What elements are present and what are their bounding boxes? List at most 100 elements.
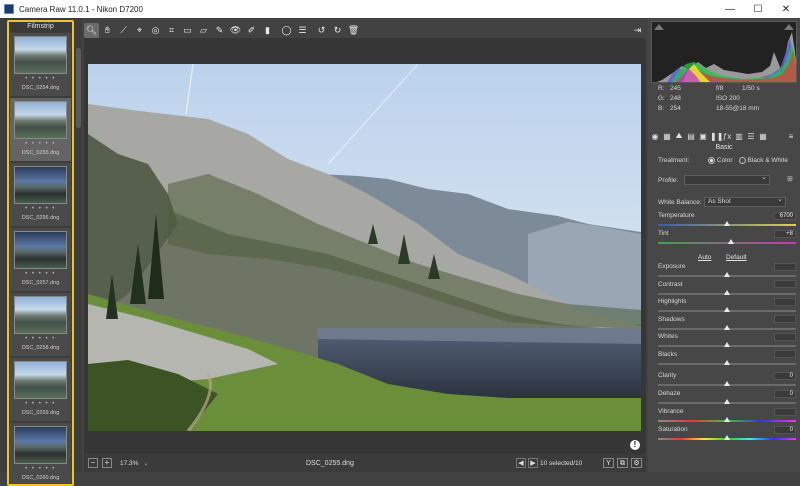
open-in-photoshop-icon[interactable]: ⇥ <box>630 23 645 38</box>
clarity-slider-handle[interactable] <box>724 381 730 386</box>
preferences-tool-icon[interactable]: ☰ <box>295 23 310 38</box>
tint-slider[interactable] <box>658 239 796 244</box>
panel-tab-icon[interactable]: ▦ <box>662 132 672 141</box>
saturation-slider[interactable] <box>658 435 796 440</box>
vibrance-slider-handle[interactable] <box>724 417 730 422</box>
default-button[interactable]: Default <box>726 254 747 261</box>
straighten-tool-icon[interactable]: ▭ <box>180 23 195 38</box>
clarity-value[interactable]: 0 <box>774 371 796 380</box>
thumbnail-image[interactable] <box>14 166 67 204</box>
blacks-slider[interactable] <box>658 359 796 365</box>
thumbnail-image[interactable] <box>14 296 67 334</box>
treatment-bw-label[interactable]: Black & White <box>748 157 788 164</box>
thumbnail-image[interactable] <box>14 426 67 464</box>
hand-tool-icon[interactable]: ✋︎ <box>100 23 115 38</box>
temperature-slider[interactable] <box>658 221 796 226</box>
shadows-slider[interactable] <box>658 324 796 330</box>
vibrance-slider[interactable] <box>658 417 796 422</box>
panel-tab-icon[interactable]: ▤ <box>686 132 696 141</box>
tint-slider-handle[interactable] <box>728 239 735 244</box>
exposure-value[interactable] <box>774 262 796 271</box>
highlights-slider-handle[interactable] <box>724 307 730 312</box>
star-rating[interactable]: • • • • • <box>10 206 71 212</box>
highlight-clipping-toggle-icon[interactable] <box>784 24 794 30</box>
preview-image[interactable] <box>88 64 641 431</box>
treatment-color-label[interactable]: Color <box>717 157 733 164</box>
red-eye-tool-icon[interactable]: 👁︎ <box>228 23 243 38</box>
auto-button[interactable]: Auto <box>698 254 711 261</box>
graduated-filter-tool-icon[interactable]: ▮ <box>260 23 275 38</box>
white-balance-dropdown[interactable]: As Shot <box>704 196 786 207</box>
star-rating[interactable]: • • • • • <box>10 141 71 147</box>
white-balance-tool-icon[interactable]: ⟋ <box>116 23 131 38</box>
profile-browser-icon[interactable]: ⊞ <box>787 176 796 185</box>
shadows-slider-handle[interactable] <box>724 324 730 330</box>
rotate-left-tool-icon[interactable]: ↺ <box>314 23 329 38</box>
color-sampler-tool-icon[interactable]: ⌖ <box>132 23 147 38</box>
filmstrip-thumbnail[interactable]: • • • • • DSC_0254.dng <box>10 33 71 96</box>
saturation-value[interactable]: 0 <box>774 425 796 434</box>
minimize-button[interactable]: — <box>716 0 744 18</box>
filmstrip-thumbnail[interactable]: • • • • • DSC_0255.dng <box>10 98 71 161</box>
next-image-button[interactable]: ▶ <box>528 458 538 468</box>
adjustment-brush-tool-icon[interactable]: ✐ <box>244 23 259 38</box>
rotate-right-tool-icon[interactable]: ↻ <box>330 23 345 38</box>
previous-image-button[interactable]: ◀ <box>516 458 526 468</box>
panel-tab-icon[interactable]: ❚❚ <box>710 132 723 141</box>
clarity-slider[interactable] <box>658 381 796 386</box>
exposure-slider[interactable] <box>658 272 796 277</box>
highlights-slider[interactable] <box>658 307 796 312</box>
dehaze-value[interactable]: 0 <box>774 389 796 398</box>
filmstrip-thumbnail[interactable]: • • • • • DSC_0256.dng <box>10 163 71 226</box>
exposure-slider-handle[interactable] <box>724 272 730 277</box>
blacks-value[interactable] <box>774 350 796 358</box>
zoom-out-button[interactable]: − <box>88 458 98 468</box>
dehaze-slider[interactable] <box>658 399 796 404</box>
crop-tool-icon[interactable]: ⌗ <box>164 23 179 38</box>
zoom-in-button[interactable]: + <box>102 458 112 468</box>
panel-tab-icon[interactable]: ƒx <box>722 132 732 141</box>
whites-slider[interactable] <box>658 342 796 347</box>
before-after-toggle-button[interactable]: Y <box>603 458 614 468</box>
star-rating[interactable]: • • • • • <box>10 401 71 407</box>
star-rating[interactable]: • • • • • <box>10 336 71 342</box>
thumbnail-image[interactable] <box>14 101 67 139</box>
thumbnail-image[interactable] <box>14 361 67 399</box>
shadows-value[interactable] <box>774 315 796 323</box>
clipping-warning-icon[interactable]: ! <box>630 440 640 450</box>
highlights-value[interactable] <box>774 297 796 306</box>
panel-tab-icon[interactable]: ▦ <box>758 132 768 141</box>
close-button[interactable]: ✕ <box>772 0 800 18</box>
thumbnail-image[interactable] <box>14 36 67 74</box>
maximize-button[interactable]: ☐ <box>744 0 772 18</box>
panel-tab-icon[interactable]: ◉ <box>650 132 660 141</box>
thumbnail-image[interactable] <box>14 231 67 269</box>
treatment-color-radio[interactable] <box>708 157 715 164</box>
settings-icon[interactable]: ⚙ <box>631 458 642 468</box>
filmstrip-scrollbar[interactable] <box>76 48 81 128</box>
whites-value[interactable] <box>774 332 796 341</box>
tint-value[interactable]: +8 <box>774 229 796 238</box>
treatment-bw-radio[interactable] <box>738 157 746 164</box>
temperature-slider-handle[interactable] <box>724 221 730 226</box>
profile-dropdown[interactable] <box>684 174 770 185</box>
saturation-slider-handle[interactable] <box>724 435 730 440</box>
radial-filter-tool-icon[interactable]: ◯ <box>279 23 294 38</box>
filmstrip-thumbnail[interactable]: • • • • • DSC_0257.dng <box>10 228 71 291</box>
filmstrip-thumbnail[interactable]: • • • • • DSC_0259.dng <box>10 358 71 421</box>
contrast-slider[interactable] <box>658 289 796 295</box>
blacks-slider-handle[interactable] <box>724 359 730 365</box>
compare-icon[interactable]: ⧉ <box>617 458 628 468</box>
zoom-tool-icon[interactable]: 🔍︎ <box>84 22 99 38</box>
temperature-value[interactable]: 6700 <box>774 211 796 220</box>
filmstrip-thumbnail[interactable]: • • • • • DSC_0260.dng <box>10 423 71 484</box>
star-rating[interactable]: • • • • • <box>10 466 71 472</box>
contrast-value[interactable] <box>774 280 796 288</box>
transform-tool-icon[interactable]: ▱ <box>196 23 211 38</box>
star-rating[interactable]: • • • • • <box>10 271 71 277</box>
panel-tab-icon[interactable]: ▣ <box>698 132 708 141</box>
shadow-clipping-toggle-icon[interactable] <box>654 24 664 30</box>
filmstrip-thumbnail[interactable]: • • • • • DSC_0258.dng <box>10 293 71 356</box>
contrast-slider-handle[interactable] <box>724 289 730 295</box>
whites-slider-handle[interactable] <box>724 342 730 347</box>
